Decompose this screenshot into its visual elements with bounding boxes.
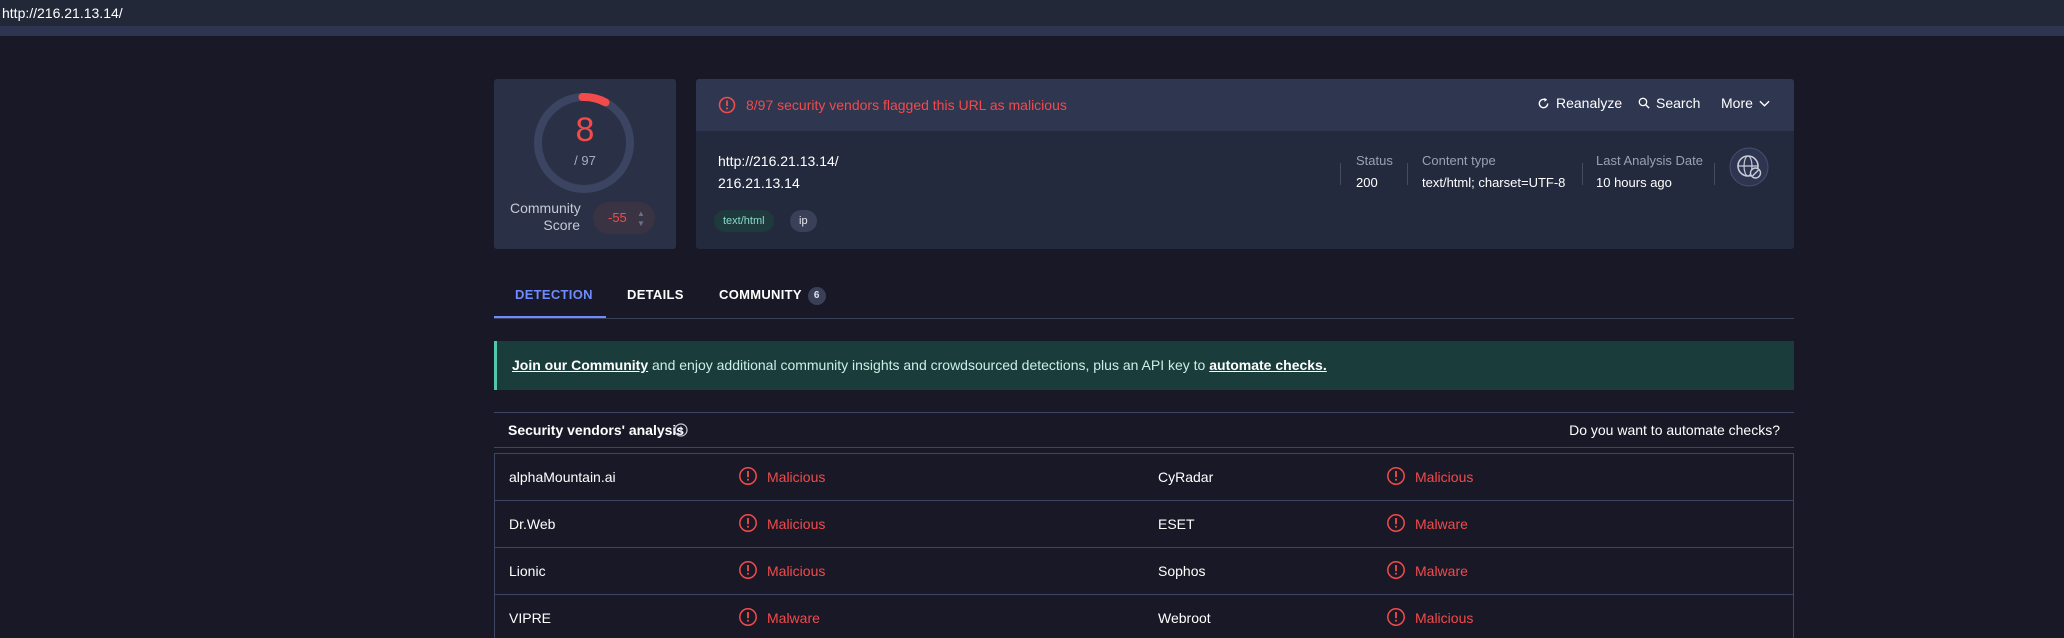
community-score-value: -55 bbox=[608, 210, 627, 225]
alert-circle-icon bbox=[739, 608, 757, 626]
community-count-badge: 6 bbox=[807, 287, 826, 305]
tab-details[interactable]: DETAILS bbox=[627, 287, 684, 302]
last-analysis-label: Last Analysis Date bbox=[1596, 153, 1703, 168]
url-summary-card: 8/97 security vendors flagged this URL a… bbox=[696, 79, 1794, 249]
vendor-result: Malicious bbox=[1415, 610, 1474, 626]
vendor-name: VIPRE bbox=[509, 610, 552, 626]
vendor-result: Malicious bbox=[767, 469, 826, 485]
community-banner: Join our Community and enjoy additional … bbox=[494, 341, 1794, 390]
alert-circle-icon bbox=[739, 561, 757, 579]
community-score-stepper[interactable]: -55 ▲ ▼ bbox=[593, 202, 655, 234]
info-icon[interactable] bbox=[674, 423, 688, 437]
vendors-header: Security vendors' analysis Do you want t… bbox=[494, 412, 1794, 448]
vendor-result: Malicious bbox=[1415, 469, 1474, 485]
alert-circle-icon bbox=[1387, 608, 1405, 626]
detection-score-card: 8 / 97 Community Score -55 ▲ ▼ bbox=[494, 79, 676, 249]
search-icon bbox=[1638, 97, 1650, 109]
community-score-label: Community Score bbox=[510, 200, 581, 233]
vote-down-icon[interactable]: ▼ bbox=[637, 219, 645, 228]
alert-circle-icon bbox=[718, 96, 736, 114]
table-row: Lionic Malicious Sophos Malware bbox=[495, 548, 1793, 595]
banner-text: Join our Community and enjoy additional … bbox=[512, 357, 1327, 373]
divider bbox=[1407, 163, 1408, 185]
reanalyze-label: Reanalyze bbox=[1556, 95, 1623, 111]
vendor-result: Malicious bbox=[767, 516, 826, 532]
alert-circle-icon bbox=[1387, 514, 1405, 532]
vendor-result: Malware bbox=[767, 610, 820, 626]
malicious-alert-text: 8/97 security vendors flagged this URL a… bbox=[746, 97, 1067, 113]
vendors-title: Security vendors' analysis bbox=[508, 422, 685, 438]
status-value: 200 bbox=[1356, 175, 1378, 190]
automate-checks-link[interactable]: automate checks. bbox=[1209, 357, 1327, 373]
alert-circle-icon bbox=[739, 514, 757, 532]
browser-address-bar[interactable]: http://216.21.13.14/ bbox=[0, 0, 2064, 26]
table-row: alphaMountain.ai Malicious CyRadar Malic… bbox=[495, 454, 1793, 501]
analyzed-url[interactable]: http://216.21.13.14/ bbox=[718, 153, 839, 169]
total-count: / 97 bbox=[574, 153, 596, 168]
vendor-name: CyRadar bbox=[1158, 469, 1214, 485]
tab-community-label: COMMUNITY bbox=[719, 287, 802, 302]
banner-middle-text: and enjoy additional community insights … bbox=[648, 357, 1210, 373]
search-button[interactable]: Search bbox=[1638, 95, 1700, 111]
vendor-name: Dr.Web bbox=[509, 516, 556, 532]
vote-up-icon[interactable]: ▲ bbox=[637, 209, 645, 218]
more-label: More bbox=[1721, 95, 1753, 111]
search-label: Search bbox=[1656, 95, 1701, 111]
vendor-name: Webroot bbox=[1158, 610, 1211, 626]
tabs-divider bbox=[494, 318, 1794, 319]
divider bbox=[1582, 163, 1583, 185]
tab-detection[interactable]: DETECTION bbox=[515, 287, 593, 302]
address-url: http://216.21.13.14/ bbox=[2, 5, 123, 21]
top-nav-strip bbox=[0, 26, 2064, 36]
vendor-name: Lionic bbox=[509, 563, 546, 579]
alert-circle-icon bbox=[739, 467, 757, 485]
tab-community[interactable]: COMMUNITY 6 bbox=[719, 287, 826, 305]
vendor-result: Malware bbox=[1415, 563, 1468, 579]
divider bbox=[1340, 163, 1341, 185]
divider bbox=[1714, 163, 1715, 185]
tag-text-html[interactable]: text/html bbox=[714, 210, 774, 232]
vendor-name: ESET bbox=[1158, 516, 1195, 532]
automate-checks-prompt[interactable]: Do you want to automate checks? bbox=[1569, 422, 1780, 438]
analyzed-host[interactable]: 216.21.13.14 bbox=[718, 175, 800, 191]
content-type-value: text/html; charset=UTF-8 bbox=[1422, 175, 1566, 190]
chevron-down-icon bbox=[1759, 100, 1770, 107]
table-row: Dr.Web Malicious ESET Malware bbox=[495, 501, 1793, 548]
vendors-table: alphaMountain.ai Malicious CyRadar Malic… bbox=[494, 453, 1794, 638]
refresh-icon bbox=[1538, 97, 1549, 108]
result-tabs: DETECTION DETAILS COMMUNITY 6 bbox=[494, 268, 1794, 319]
content-type-label: Content type bbox=[1422, 153, 1496, 168]
summary-header: 8/97 security vendors flagged this URL a… bbox=[696, 79, 1794, 131]
table-row: VIPRE Malware Webroot Malicious bbox=[495, 595, 1793, 638]
vendor-name: Sophos bbox=[1158, 563, 1206, 579]
alert-circle-icon bbox=[1387, 467, 1405, 485]
alert-circle-icon bbox=[1387, 561, 1405, 579]
detected-count: 8 bbox=[575, 111, 595, 149]
vendor-result: Malware bbox=[1415, 516, 1468, 532]
globe-link-icon[interactable] bbox=[1729, 147, 1769, 187]
reanalyze-button[interactable]: Reanalyze bbox=[1537, 95, 1622, 111]
vendor-name: alphaMountain.ai bbox=[509, 469, 616, 485]
last-analysis-value: 10 hours ago bbox=[1596, 175, 1672, 190]
tag-ip[interactable]: ip bbox=[790, 210, 817, 232]
status-label: Status bbox=[1356, 153, 1393, 168]
vendor-result: Malicious bbox=[767, 563, 826, 579]
join-community-link[interactable]: Join our Community bbox=[512, 357, 648, 373]
more-menu-button[interactable]: More bbox=[1721, 95, 1770, 111]
